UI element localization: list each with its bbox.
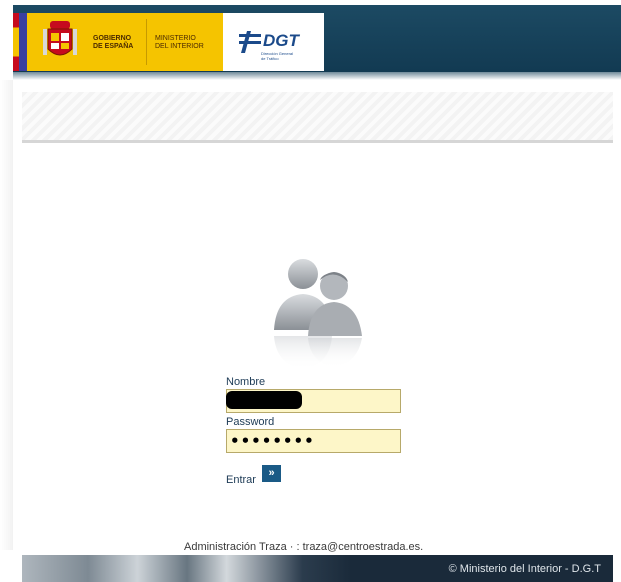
password-value: •••••••• bbox=[230, 432, 315, 450]
header-shadow bbox=[13, 72, 621, 80]
striped-banner bbox=[22, 92, 613, 140]
ministerio-line2: DEL INTERIOR bbox=[155, 43, 204, 50]
admin-contact: Administración Traza · : traza@centroest… bbox=[184, 541, 424, 553]
flag-band bbox=[19, 13, 27, 71]
dgt-subtitle: Dirección General de Tráfico bbox=[261, 51, 293, 61]
gobierno-line1: GOBIERNO bbox=[93, 35, 132, 42]
users-icon bbox=[274, 259, 362, 370]
ministerio-line1: MINISTERIO bbox=[155, 35, 196, 42]
redacted-username bbox=[226, 391, 302, 409]
logo-separator bbox=[146, 19, 147, 65]
copyright-text: © Ministerio del Interior - D.G.T bbox=[448, 563, 601, 575]
dgt-sub-line2: de Tráfico bbox=[261, 56, 279, 61]
gobierno-logo: GOBIERNO DE ESPAÑA MINISTERIO DEL INTERI… bbox=[13, 13, 223, 71]
dgt-logo: DGT Dirección General de Tráfico bbox=[223, 13, 324, 71]
username-label: Nombre bbox=[226, 376, 266, 388]
gobierno-line2: DE ESPAÑA bbox=[93, 43, 134, 50]
password-label: Password bbox=[226, 416, 275, 428]
submit-button[interactable]: » bbox=[262, 465, 281, 482]
password-input[interactable]: •••••••• bbox=[226, 429, 401, 453]
submit-label[interactable]: Entrar bbox=[226, 474, 256, 486]
ministerio-text: MINISTERIO DEL INTERIOR bbox=[155, 35, 204, 51]
coat-of-arms-icon bbox=[43, 21, 77, 56]
footer-photo-strip bbox=[22, 555, 352, 582]
gobierno-text: GOBIERNO DE ESPAÑA bbox=[93, 35, 133, 51]
footer-bar: © Ministerio del Interior - D.G.T bbox=[22, 555, 613, 582]
dgt-mark-icon bbox=[239, 31, 261, 53]
dgt-logo-text: DGT bbox=[263, 31, 299, 50]
banner-divider bbox=[22, 140, 613, 143]
left-shadow bbox=[0, 80, 13, 550]
